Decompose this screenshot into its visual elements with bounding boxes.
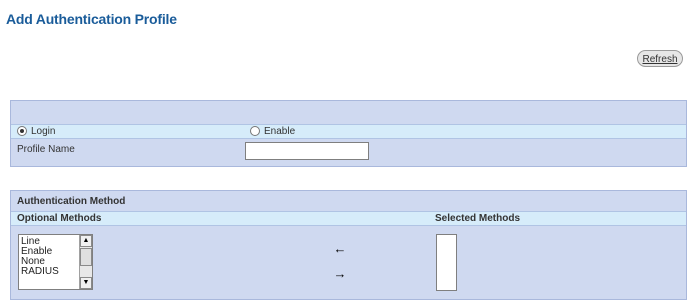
auth-method-panel: Authentication Method Optional Methods S… [10,190,687,300]
auth-method-title: Authentication Method [17,196,126,207]
optional-list-scrollbar[interactable]: ▲ ▼ [79,235,92,289]
profile-name-label: Profile Name [17,144,75,155]
enable-label: Enable [264,126,296,137]
optional-methods-label: Optional Methods [17,213,102,224]
add-method-arrow-icon[interactable]: ← [327,242,353,256]
selected-methods-list[interactable] [436,234,457,291]
enable-radio-option[interactable]: Enable [250,125,295,138]
refresh-button[interactable]: Refresh [637,50,683,67]
enable-radio[interactable] [250,126,260,137]
login-label: Login [31,126,56,137]
page-title: Add Authentication Profile [6,11,177,27]
profile-panel: Login Enable Profile Name [10,100,687,167]
remove-method-arrow-icon[interactable]: → [327,267,353,281]
login-radio-option[interactable]: Login [17,125,55,138]
selected-methods-label: Selected Methods [435,213,521,224]
login-radio[interactable] [17,126,27,137]
scroll-up-icon[interactable]: ▲ [80,235,92,247]
scrollbar-thumb[interactable] [80,248,92,266]
optional-methods-list[interactable]: Line Enable None RADIUS ▲ ▼ [18,234,93,290]
auth-columns-band [11,211,686,226]
profile-name-input[interactable] [245,142,369,160]
scroll-down-icon[interactable]: ▼ [80,277,92,289]
profile-type-band [11,124,686,139]
